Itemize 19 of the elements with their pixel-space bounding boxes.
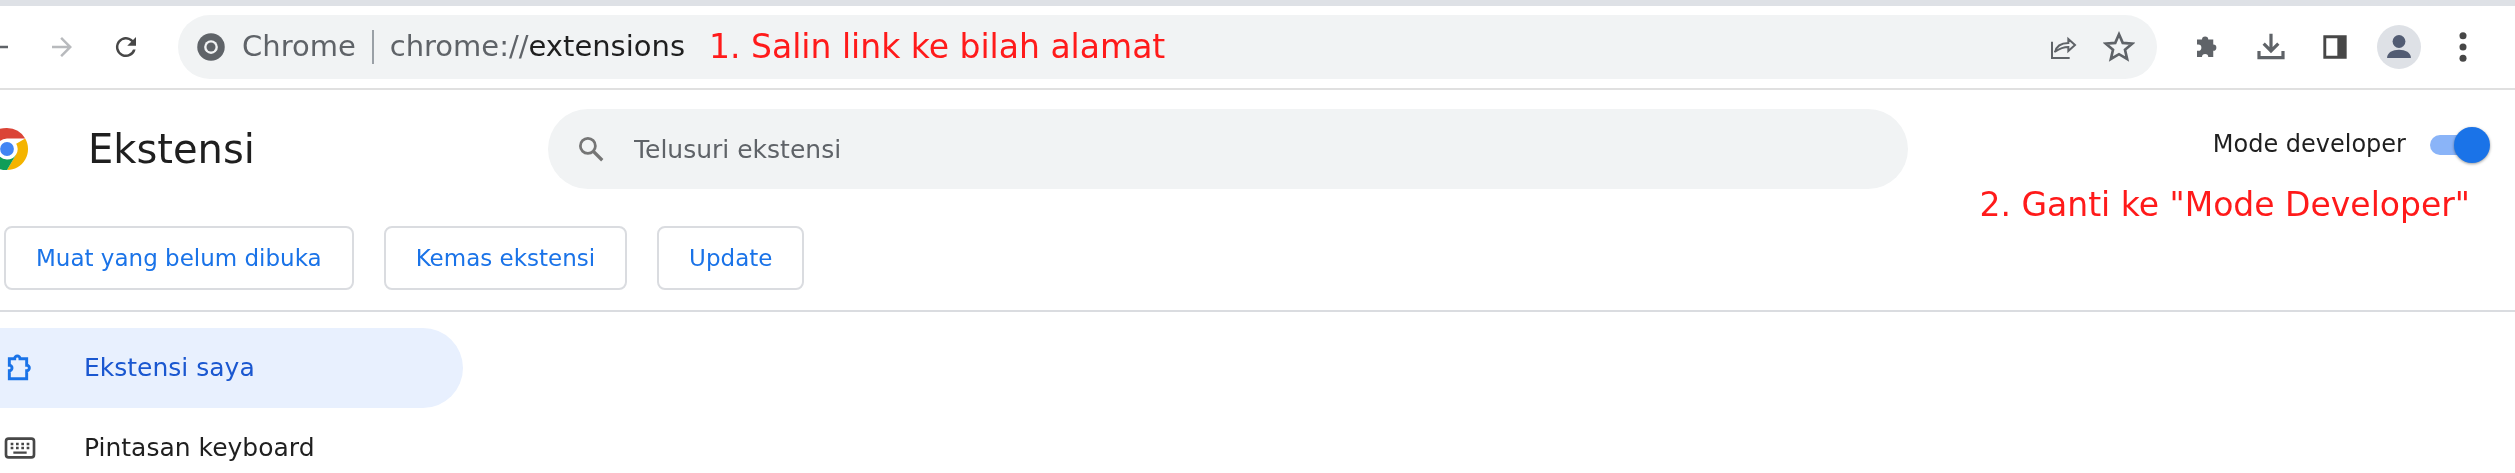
annotation-text: 1. Salin link ke bilah alamat xyxy=(709,26,1166,69)
search-icon xyxy=(576,134,606,164)
annotation-text: 2. Ganti ke "Mode Developer" xyxy=(1979,184,2470,227)
star-icon[interactable] xyxy=(2103,31,2135,63)
action-button[interactable]: Kemas ekstensi xyxy=(383,226,628,290)
side-panel-icon[interactable] xyxy=(2321,33,2349,61)
url-text: chrome://extensions xyxy=(389,28,685,66)
page-title: Ekstensi xyxy=(88,125,256,174)
sidebar-item[interactable]: Pintasan keyboard xyxy=(0,408,463,473)
action-button[interactable]: Update xyxy=(657,226,805,290)
sidebar-item[interactable]: Ekstensi saya xyxy=(0,328,463,408)
address-bar[interactable]: Chrome chrome://extensions 1. Salin link ke bilah alamat xyxy=(178,15,2157,79)
action-button[interactable]: Muat yang belum dibuka xyxy=(4,226,354,290)
avatar-icon[interactable] xyxy=(2377,25,2421,69)
search-field[interactable]: Telusuri ekstensi xyxy=(548,109,1908,189)
menu-icon[interactable] xyxy=(2458,31,2468,63)
developer-mode-label: Mode developer xyxy=(2212,129,2406,161)
chrome-icon xyxy=(196,32,226,62)
site-label: Chrome xyxy=(242,28,356,66)
